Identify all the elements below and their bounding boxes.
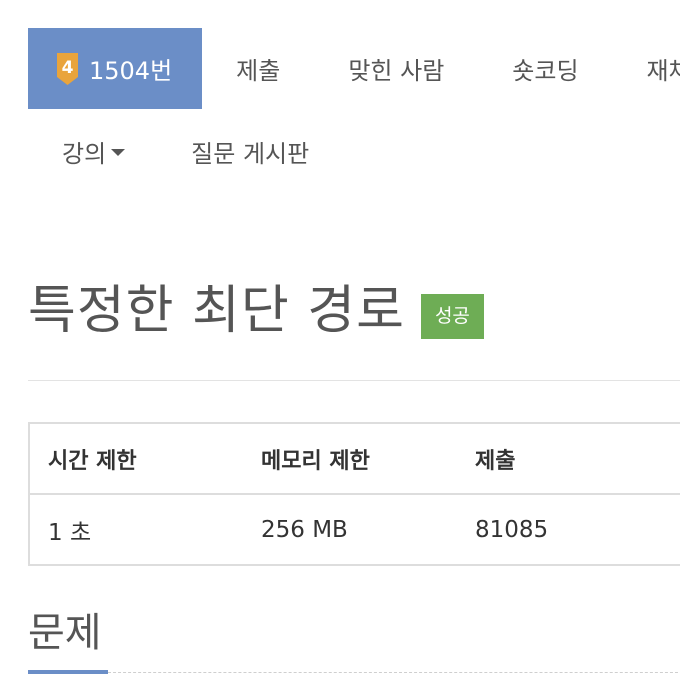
header-time-limit: 시간 제한 — [29, 423, 243, 495]
page-title: 특정한 최단 경로 — [28, 281, 405, 341]
tab-solvers[interactable]: 맞힌 사람 — [314, 28, 478, 109]
section-divider — [108, 672, 680, 673]
caret-down-icon — [111, 149, 126, 156]
tier-badge-icon: 4 — [57, 52, 78, 85]
tab-shortcoding[interactable]: 숏코딩 — [478, 28, 612, 109]
value-submissions: 81085 — [475, 516, 549, 543]
header-memory-limit: 메모리 제한 — [243, 423, 457, 495]
tab-rejudge[interactable]: 재채점 — [613, 28, 680, 109]
problem-header: 특정한 최단 경로 성공 — [28, 268, 484, 343]
problem-tabs: 4 1504번 제출 맞힌 사람 숏코딩 재채점 — [28, 28, 680, 109]
tab-qna-board[interactable]: 질문 게시판 — [155, 126, 343, 176]
table-header-row: 시간 제한 메모리 제한 제출 — [29, 423, 680, 495]
tab-lectures[interactable]: 강의 — [28, 126, 155, 176]
section-accent-bar — [28, 670, 108, 674]
problem-page: 4 1504번 제출 맞힌 사람 숏코딩 재채점 강의 질문 게시판 특정한 최… — [0, 0, 680, 687]
status-badge: 성공 — [420, 294, 484, 339]
tab-problem-label: 1504번 — [89, 57, 173, 85]
value-memory-limit: 256 MB — [261, 516, 348, 543]
header-submissions: 제출 — [457, 423, 680, 495]
tab-problem[interactable]: 4 1504번 — [28, 28, 203, 109]
section-title-problem: 문제 — [28, 610, 102, 656]
table-row: 1 초 256 MB 81085 — [29, 494, 680, 565]
problem-tabs-row2: 강의 질문 게시판 — [28, 126, 343, 176]
tab-lectures-label: 강의 — [62, 139, 107, 168]
title-divider — [28, 380, 680, 381]
svg-text:4: 4 — [62, 58, 74, 78]
tab-submit[interactable]: 제출 — [202, 28, 314, 109]
value-time-limit: 1 초 — [48, 519, 92, 546]
problem-info-table: 시간 제한 메모리 제한 제출 1 초 256 MB 81085 — [28, 422, 680, 566]
